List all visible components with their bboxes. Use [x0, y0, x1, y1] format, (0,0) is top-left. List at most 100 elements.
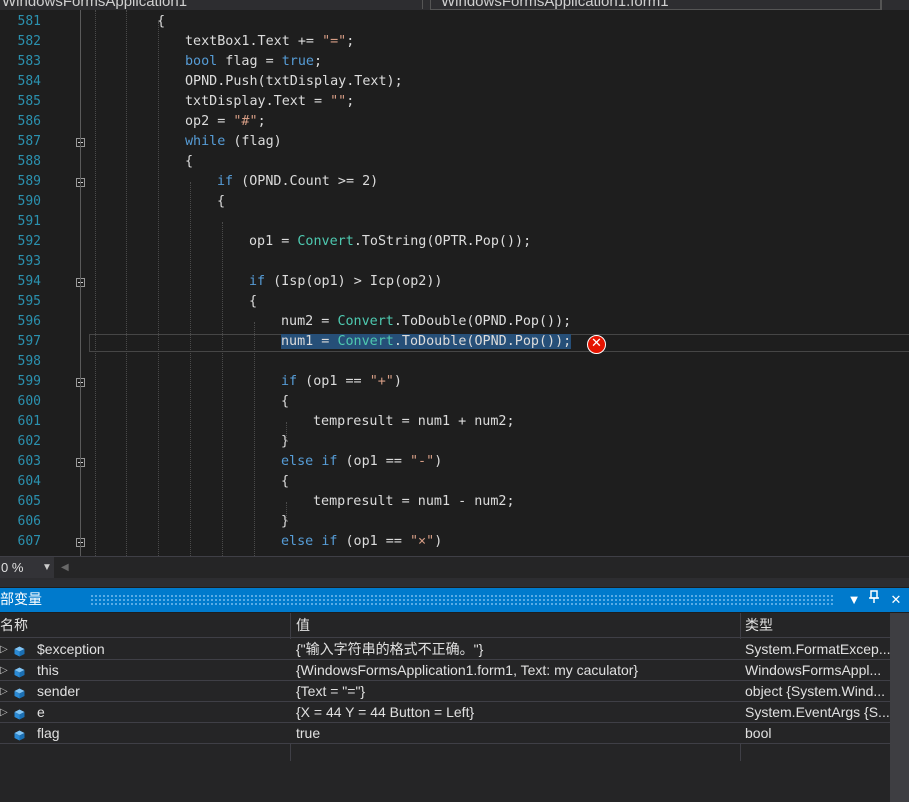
- code-text: textBox1.Text += "=";: [185, 34, 355, 49]
- variable-type: object {System.Wind...: [745, 683, 886, 699]
- line-number: 584: [17, 74, 41, 89]
- cube-icon: [14, 707, 25, 720]
- cube-icon: [14, 686, 25, 699]
- vertical-scrollbar[interactable]: [890, 613, 909, 802]
- code-text: if (Isp(op1) > Icp(op2)): [249, 274, 443, 289]
- panel-splitter[interactable]: [0, 578, 909, 587]
- code-line[interactable]: 582 textBox1.Text += "=";: [0, 32, 909, 52]
- code-line[interactable]: 597 num1 = Convert.ToDouble(OPND.Pop());: [0, 332, 909, 352]
- editor-status-bar: 0 % ▼ ◀: [0, 556, 909, 578]
- line-number: 594: [17, 274, 41, 289]
- code-line[interactable]: 599 if (op1 == "+"): [0, 372, 909, 392]
- variable-type: bool: [745, 725, 772, 741]
- column-header-type[interactable]: 类型: [745, 613, 773, 639]
- variable-type: System.EventArgs {S...: [745, 704, 890, 720]
- locals-grid-header: 名称 值 类型: [0, 613, 890, 638]
- line-number: 590: [17, 194, 41, 209]
- variable-value[interactable]: true: [296, 723, 736, 744]
- code-text: tempresult = num1 - num2;: [313, 494, 515, 509]
- code-text: {: [185, 154, 194, 169]
- line-number: 607: [17, 534, 41, 549]
- expand-arrow-icon[interactable]: ▷: [0, 702, 8, 723]
- line-number: 592: [17, 234, 41, 249]
- table-row[interactable]: ▷ $exception {"输入字符串的格式不正确。"} System.Format…: [0, 639, 890, 660]
- chevron-down-icon[interactable]: ▼: [846, 588, 862, 612]
- code-line[interactable]: 587 while (flag): [0, 132, 909, 152]
- line-number: 581: [17, 14, 41, 29]
- outline-margin-line: [80, 10, 81, 556]
- column-header-value[interactable]: 值: [296, 613, 310, 639]
- tab-overflow-button[interactable]: [880, 0, 909, 9]
- indent-guide: [126, 10, 127, 556]
- code-line[interactable]: 592 op1 = Convert.ToString(OPTR.Pop());: [0, 232, 909, 252]
- code-line[interactable]: 607 else if (op1 == "×"): [0, 532, 909, 552]
- code-line[interactable]: 593: [0, 252, 909, 272]
- pin-icon[interactable]: [866, 588, 882, 612]
- indent-guide: [254, 322, 255, 556]
- line-number: 598: [17, 354, 41, 369]
- locals-panel-title: 部变量: [0, 588, 48, 612]
- variable-value[interactable]: {"输入字符串的格式不正确。"}: [296, 639, 736, 660]
- expand-arrow-icon[interactable]: ▷: [0, 681, 8, 702]
- cube-icon: [14, 665, 25, 678]
- code-line[interactable]: 601 tempresult = num1 + num2;: [0, 412, 909, 432]
- code-line[interactable]: 588 {: [0, 152, 909, 172]
- code-line[interactable]: 595 {: [0, 292, 909, 312]
- table-row[interactable]: ▷ e {X = 44 Y = 44 Button = Left} System.Ev…: [0, 702, 890, 723]
- cube-icon: [14, 644, 25, 657]
- line-number: 591: [17, 214, 41, 229]
- line-number: 606: [17, 514, 41, 529]
- code-line[interactable]: 594 if (Isp(op1) > Icp(op2)): [0, 272, 909, 292]
- code-line[interactable]: 603 else if (op1 == "-"): [0, 452, 909, 472]
- tab-designer-file[interactable]: WindowsFormsApplication1.form1: [430, 0, 882, 10]
- line-number: 582: [17, 34, 41, 49]
- table-row[interactable]: flag true bool: [0, 723, 890, 744]
- variable-value[interactable]: {Text = "="}: [296, 681, 736, 702]
- chevron-down-icon: ▼: [42, 562, 52, 573]
- code-line[interactable]: 590 {: [0, 192, 909, 212]
- scroll-left-arrow-icon[interactable]: ◀: [61, 562, 69, 573]
- column-header-name[interactable]: 名称: [0, 613, 28, 639]
- code-editor[interactable]: ✕ 581{582 textBox1.Text += "="; 583 bool fl…: [0, 10, 909, 556]
- document-tab-bar: WindowsFormsApplication1 WindowsFormsApp…: [0, 0, 909, 10]
- table-row[interactable]: ▷ sender {Text = "="} object {System.Wind..…: [0, 681, 890, 702]
- code-line[interactable]: 589 if (OPND.Count >= 2): [0, 172, 909, 192]
- code-line[interactable]: 585 txtDisplay.Text = "";: [0, 92, 909, 112]
- tab-code-file[interactable]: WindowsFormsApplication1: [0, 0, 423, 10]
- code-line[interactable]: 584 OPND.Push(txtDisplay.Text);: [0, 72, 909, 92]
- indent-guide: [286, 422, 287, 442]
- line-number: 586: [17, 114, 41, 129]
- variable-value[interactable]: {X = 44 Y = 44 Button = Left}: [296, 702, 736, 723]
- tab-label: WindowsFormsApplication1: [2, 0, 188, 10]
- expand-arrow-icon[interactable]: ▷: [0, 660, 8, 681]
- table-row[interactable]: ▷ this {WindowsFormsApplication1.form1, Te…: [0, 660, 890, 681]
- line-number: 597: [17, 334, 41, 349]
- code-line[interactable]: 604 {: [0, 472, 909, 492]
- line-number: 605: [17, 494, 41, 509]
- close-icon[interactable]: ✕: [888, 588, 904, 612]
- code-text: else if (op1 == "-"): [281, 454, 443, 469]
- code-line[interactable]: 602}: [0, 432, 909, 452]
- line-number: 589: [17, 174, 41, 189]
- code-line[interactable]: 586 op2 = "#";: [0, 112, 909, 132]
- code-line[interactable]: 600 {: [0, 392, 909, 412]
- variable-value[interactable]: {WindowsFormsApplication1.form1, Text: m…: [296, 660, 736, 681]
- expand-arrow-icon[interactable]: ▷: [0, 639, 8, 660]
- line-number: 583: [17, 54, 41, 69]
- indent-guide: [190, 182, 191, 556]
- code-line[interactable]: 605 tempresult = num1 - num2;: [0, 492, 909, 512]
- line-number: 599: [17, 374, 41, 389]
- line-number: 604: [17, 474, 41, 489]
- zoom-dropdown[interactable]: 0 % ▼: [0, 557, 54, 578]
- variable-type: WindowsFormsAppl...: [745, 662, 882, 678]
- code-line[interactable]: 581{: [0, 12, 909, 32]
- code-text: op2 = "#";: [185, 114, 266, 129]
- code-line[interactable]: 596 num2 = Convert.ToDouble(OPND.Pop());: [0, 312, 909, 332]
- code-line[interactable]: 606}: [0, 512, 909, 532]
- code-line[interactable]: 591: [0, 212, 909, 232]
- indent-guide: [95, 10, 96, 556]
- line-number: 593: [17, 254, 41, 269]
- code-line[interactable]: 598: [0, 352, 909, 372]
- code-line[interactable]: 583 bool flag = true;: [0, 52, 909, 72]
- locals-grid: 名称 值 类型 ▷ $exception {"输入字符串的格式不正确。"} Syste…: [0, 613, 909, 802]
